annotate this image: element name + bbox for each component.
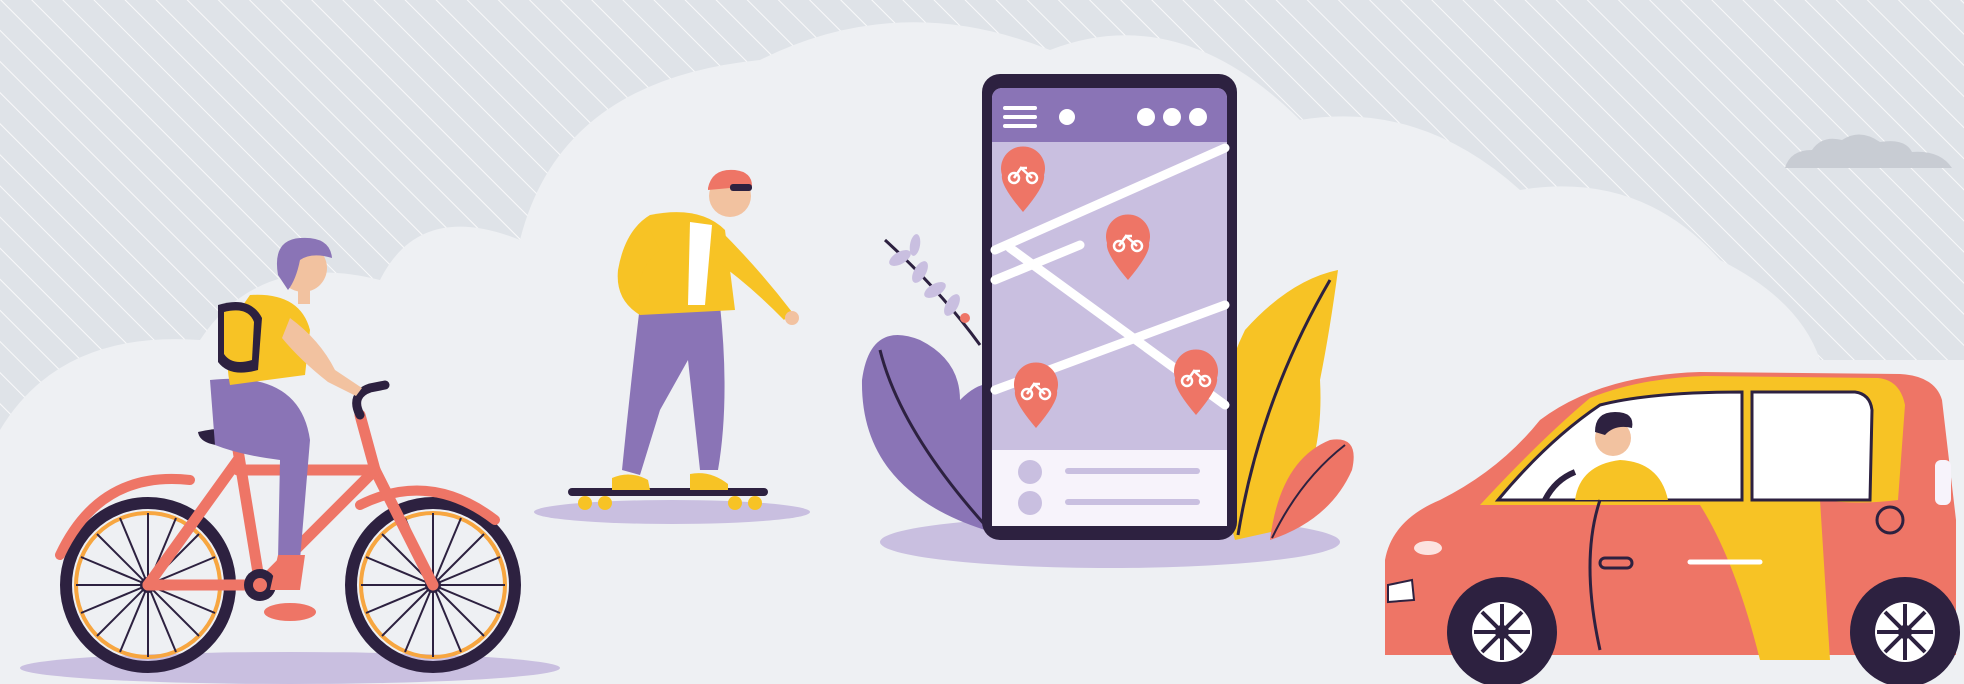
skateboard-shadow [534, 500, 810, 524]
car-window-rear [1750, 390, 1874, 502]
illustration-scene [0, 0, 1964, 684]
smartphone [982, 74, 1237, 540]
car-taillight [1935, 460, 1951, 505]
car-front-wheel [1447, 577, 1557, 684]
car-headlight [1387, 578, 1416, 604]
skateboard [568, 488, 768, 496]
menu-icon[interactable] [1003, 106, 1037, 128]
car-rear-wheel [1850, 577, 1960, 684]
more-icon[interactable] [1137, 108, 1207, 126]
dot-icon [1059, 109, 1075, 125]
illustration-canvas [0, 0, 1964, 684]
